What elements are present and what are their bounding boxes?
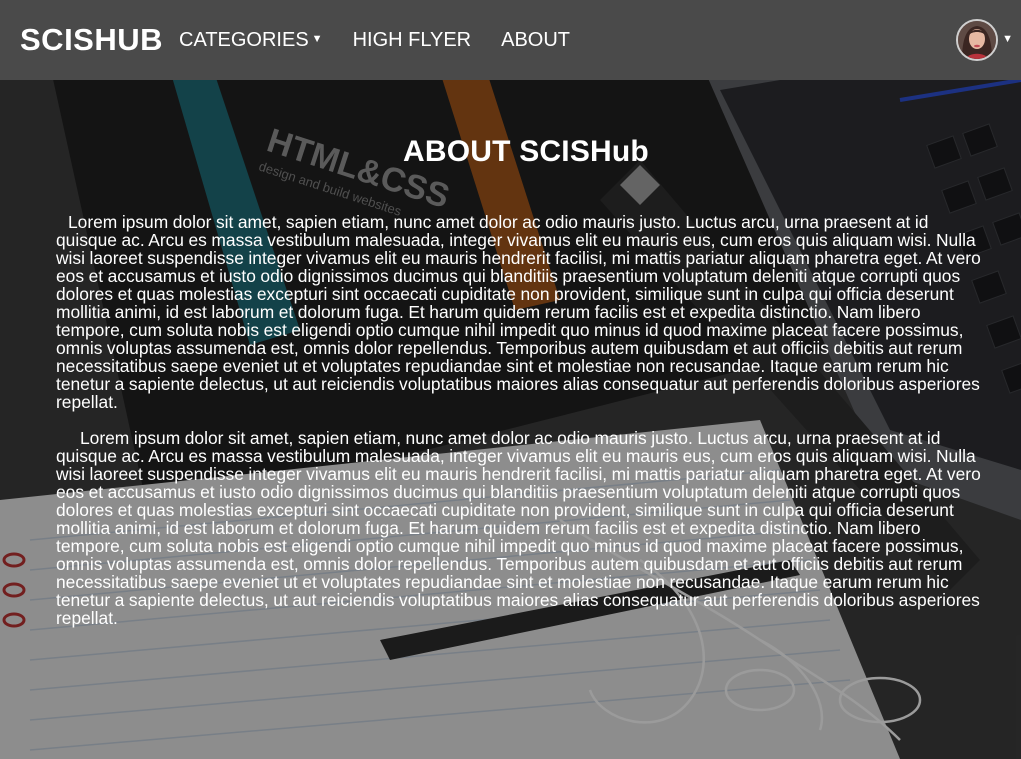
- page-title: ABOUT SCISHub: [403, 135, 649, 168]
- caret-down-icon: ▼: [311, 32, 323, 45]
- about-paragraph: Lorem ipsum dolor sit amet, sapien etiam…: [56, 212, 981, 412]
- user-menu[interactable]: ▼: [956, 19, 1013, 61]
- top-navbar: SCISHUB CATEGORIES ▼ HIGH FLYER ABOUT ▼: [0, 0, 1021, 80]
- about-section: ABOUT SCISHub Lorem ipsum dolor sit amet…: [56, 130, 988, 627]
- nav-categories-label: CATEGORIES: [179, 28, 309, 51]
- caret-down-icon: ▼: [1002, 32, 1013, 45]
- user-avatar[interactable]: [956, 19, 999, 61]
- nav-about-label: ABOUT: [501, 28, 571, 51]
- about-paragraph: Lorem ipsum dolor sit amet, sapien etiam…: [56, 428, 981, 628]
- nav-high-flyer[interactable]: HIGH FLYER: [353, 29, 472, 52]
- nav-about[interactable]: ABOUT: [501, 29, 570, 52]
- nav-categories[interactable]: CATEGORIES ▼: [179, 29, 323, 52]
- brand-logo[interactable]: SCISHUB: [20, 22, 163, 58]
- avatar-image: [958, 21, 997, 59]
- nav-high-flyer-label: HIGH FLYER: [352, 28, 472, 51]
